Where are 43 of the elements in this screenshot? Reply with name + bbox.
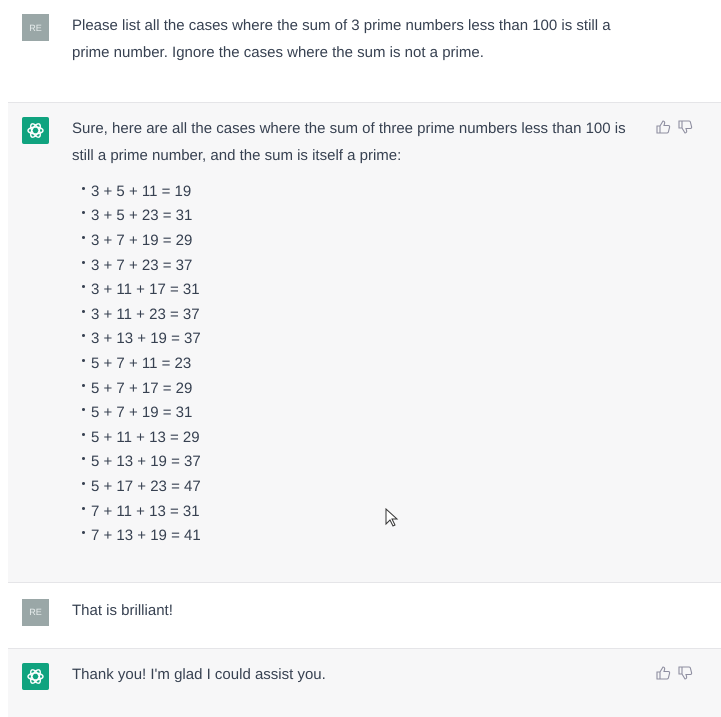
list-item-text: 5 + 13 + 19 = 37	[91, 453, 201, 470]
bullet-dot	[82, 310, 85, 313]
list-item-text: 3 + 11 + 23 = 37	[91, 306, 200, 323]
message-text: Please list all the cases where the sum of 3 prime numbers less than 100 is still a prime number. Ignore the cases where the sum is not a prime.	[72, 16, 612, 63]
bullet-dot	[82, 334, 85, 338]
thumbs-down-icon[interactable]	[677, 119, 693, 135]
user-avatar: RE	[22, 598, 49, 626]
list-item-text: 3 + 11 + 17 = 31	[91, 281, 200, 298]
bullet-dot	[82, 482, 85, 485]
list-item-text: 5 + 7 + 19 = 31	[91, 404, 192, 422]
assistant-logo-icon	[22, 662, 49, 690]
bullet-dot	[82, 432, 85, 436]
assistant-logo-icon	[22, 117, 49, 144]
bullet-dot	[82, 211, 85, 214]
list-item-text: 7 + 13 + 19 = 41	[91, 527, 201, 544]
bullet-dot	[82, 285, 85, 288]
bullet-dot	[82, 236, 85, 239]
list-item-text: 7 + 11 + 13 = 31	[91, 502, 200, 520]
bullet-dot	[82, 186, 85, 190]
bullet-dot	[82, 358, 85, 362]
bullet-dot	[82, 260, 85, 264]
bullet-dot	[82, 384, 85, 387]
list-item-text: 3 + 5 + 23 = 31	[91, 207, 192, 224]
list-item-text: 5 + 7 + 17 = 29	[91, 380, 192, 397]
list-item-text: 3 + 7 + 23 = 37	[91, 256, 192, 274]
thumbs-down-icon[interactable]	[677, 664, 693, 681]
bullet-dot	[82, 457, 85, 460]
list-item-text: 5 + 11 + 13 = 29	[91, 428, 200, 446]
thumbs-up-icon[interactable]	[655, 119, 671, 135]
message-text: Thank you! I'm glad I could assist you.	[72, 664, 327, 685]
list-item-text: 3 + 13 + 19 = 37	[91, 330, 201, 348]
list-item-text: 5 + 17 + 23 = 47	[91, 478, 201, 495]
bullet-dot	[82, 531, 85, 534]
bullet-dot	[82, 408, 85, 412]
message-text: Sure, here are all the cases where the sum of three prime numbers less than 100 is still a prime number, and the sum is itself a prime:	[72, 119, 627, 166]
list-item-text: 3 + 5 + 11 = 19	[91, 182, 192, 200]
message-text: That is brilliant!	[72, 600, 174, 621]
list-item-text: 5 + 7 + 11 = 23	[91, 354, 192, 372]
user-avatar: RE	[22, 14, 49, 41]
thumbs-up-icon[interactable]	[655, 664, 671, 681]
bullet-dot	[82, 506, 85, 510]
mouse-pointer-icon	[385, 508, 399, 528]
list-item-text: 3 + 7 + 19 = 29	[91, 232, 192, 249]
